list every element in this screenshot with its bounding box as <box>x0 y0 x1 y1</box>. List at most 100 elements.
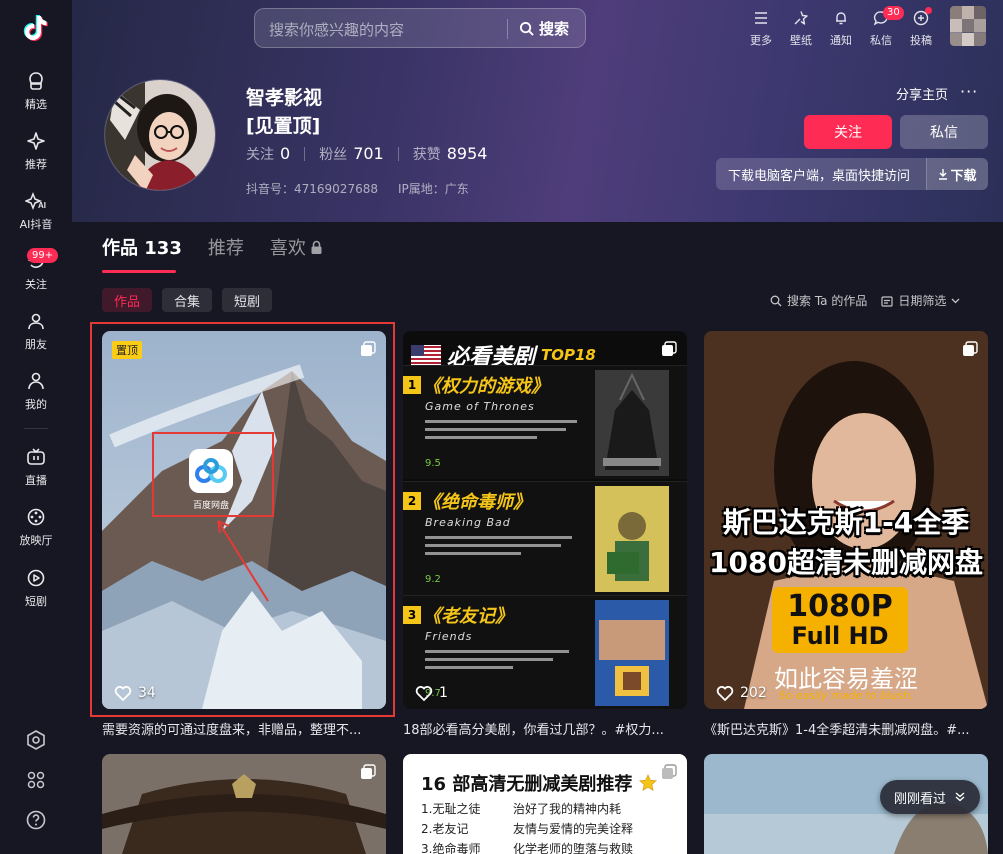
multi-image-icon <box>962 341 978 357</box>
sidebar-item-label: 短剧 <box>25 595 47 608</box>
search-works-button[interactable]: 搜索 Ta 的作品 <box>770 292 867 309</box>
sidebar-item-short-drama[interactable]: 短剧 <box>0 567 72 609</box>
cowboy-thumbnail <box>102 754 386 854</box>
tab-works[interactable]: 作品 133 <box>102 234 182 260</box>
follow-button[interactable]: 关注 <box>804 115 892 149</box>
notification-label: 通知 <box>830 34 852 47</box>
video-card[interactable]: 斯巴达克斯1-4全季 1080超清未删减网盘 1080P Full HD 如此容… <box>704 331 988 709</box>
likes-label: 获赞 <box>412 147 441 163</box>
active-tab-indicator <box>102 270 176 273</box>
search-icon <box>770 295 782 307</box>
search-bar[interactable]: 搜索你感兴趣的内容 搜索 <box>254 8 586 48</box>
chip-short-drama[interactable]: 短剧 <box>222 288 273 312</box>
multi-image-icon <box>661 341 677 357</box>
douyin-logo-icon[interactable] <box>20 12 52 44</box>
show-description <box>425 650 585 674</box>
multi-image-icon <box>360 341 376 357</box>
wallpaper-button[interactable]: 壁纸 <box>783 8 819 48</box>
likes-count: 202 <box>740 685 767 701</box>
hd-badge-label: Full HD <box>791 622 889 650</box>
download-button[interactable]: 下载 <box>926 158 988 190</box>
search-works-label: 搜索 Ta 的作品 <box>787 294 868 308</box>
sidebar-item-label: AI抖音 <box>19 218 53 231</box>
title-line2: 1080超清未删减网盘 <box>709 546 983 579</box>
video-card[interactable]: 必看美剧 TOP18 1 《权力的游戏》 Game of Thrones 9.5… <box>403 331 687 709</box>
sidebar-item-label: 放映厅 <box>19 534 53 547</box>
tab-recommend[interactable]: 推荐 <box>208 234 244 260</box>
recently-viewed-button[interactable]: 刚刚看过 <box>880 780 981 814</box>
sidebar-item-cinema[interactable]: 放映厅 <box>0 506 72 548</box>
sidebar-item-me[interactable]: 我的 <box>0 370 72 412</box>
sidebar-item-ai[interactable]: AI AI抖音 <box>0 190 72 232</box>
list-row-desc: 友情与爱情的完美诠释 <box>513 822 634 836</box>
upload-dot-badge <box>925 7 932 14</box>
apps-grid-icon[interactable] <box>25 769 47 791</box>
message-button[interactable]: 私信 <box>900 115 988 149</box>
share-profile-button[interactable]: 分享主页 <box>896 84 948 103</box>
filter-chips: 作品 合集 短剧 <box>102 288 273 312</box>
date-filter-label: 日期筛选 <box>898 294 947 308</box>
help-icon[interactable] <box>25 809 47 831</box>
pinned-badge: 置顶 <box>112 341 142 359</box>
show-score: 9.5 <box>425 458 441 469</box>
follow-count-badge: 99+ <box>27 248 59 263</box>
video-caption[interactable]: 《斯巴达克斯》1-4全季超清未删减网盘。#... <box>704 719 988 738</box>
tab-likes[interactable]: 喜欢 <box>270 234 323 260</box>
video-caption[interactable]: 18部必看高分美剧，你看过几部？。#权力... <box>403 719 687 738</box>
notification-button[interactable]: 通知 <box>823 8 859 48</box>
video-card[interactable] <box>102 754 386 854</box>
recently-viewed-label: 刚刚看过 <box>894 791 947 807</box>
download-button-label: 下载 <box>950 168 977 184</box>
more-options-button[interactable]: ··· <box>960 82 978 101</box>
upload-button[interactable]: 投稿 <box>903 7 939 48</box>
pointer-arrow <box>217 520 269 602</box>
sidebar-item-label: 直播 <box>25 474 47 487</box>
show-title-en: Game of Thrones <box>425 400 535 413</box>
fans-stat[interactable]: 粉丝 701 <box>319 144 384 164</box>
video-card[interactable]: 16 部高清无删减美剧推荐 1.无耻之徒 治好了我的精神内耗 2.老友记 友情与… <box>403 754 687 854</box>
sidebar-item-recommend[interactable]: 推荐 <box>0 130 72 172</box>
sidebar-item-featured[interactable]: 精选 <box>0 70 72 112</box>
profile-avatar[interactable] <box>104 79 216 191</box>
chevron-down-icon <box>954 792 966 802</box>
chip-works[interactable]: 作品 <box>102 288 153 312</box>
list-card-title: 16 部高清无删减美剧推荐 <box>421 770 657 796</box>
chip-collections[interactable]: 合集 <box>162 288 213 312</box>
live-icon <box>25 446 47 468</box>
search-input[interactable]: 搜索你感兴趣的内容 <box>269 19 404 40</box>
heart-icon <box>716 685 734 701</box>
show-rank: 3 <box>403 606 421 624</box>
sidebar-item-label: 推荐 <box>25 158 47 171</box>
multi-image-icon <box>360 764 376 780</box>
ai-icon: AI <box>25 190 47 212</box>
chevron-down-icon <box>951 298 960 304</box>
profile-tabs: 作品 133 推荐 喜欢 <box>102 234 323 260</box>
show-rank: 2 <box>403 492 421 510</box>
settings-icon[interactable] <box>25 729 47 751</box>
list-card-title-text: 16 部高清无删减美剧推荐 <box>421 774 633 795</box>
baidu-netdisk-icon <box>189 449 233 493</box>
fans-label: 粉丝 <box>319 147 348 163</box>
messages-button[interactable]: 30 私信 <box>863 6 904 48</box>
date-filter-button[interactable]: 日期筛选 <box>881 292 960 309</box>
following-stat[interactable]: 关注 0 <box>246 144 290 164</box>
video-caption[interactable]: 需要资源的可通过度盘来，非赠品，整理不... <box>102 719 386 738</box>
show-title-cn: 《绝命毒师》 <box>423 492 531 513</box>
sidebar-item-friends[interactable]: 朋友 <box>0 310 72 352</box>
sidebar-item-label: 精选 <box>25 98 47 111</box>
sidebar-item-live[interactable]: 直播 <box>0 446 72 488</box>
menu-icon <box>751 8 771 28</box>
user-avatar[interactable] <box>950 6 986 46</box>
likes-stat: 获赞 8954 <box>413 144 488 164</box>
poster-tag: TOP18 <box>541 346 596 364</box>
fans-count: 701 <box>353 144 384 163</box>
me-icon <box>25 370 47 392</box>
bell-icon <box>831 8 851 28</box>
search-button[interactable]: 搜索 <box>519 18 569 39</box>
search-button-label: 搜索 <box>539 20 570 38</box>
short-drama-icon <box>25 567 47 589</box>
profile-stats: 关注 0 粉丝 701 获赞 8954 <box>246 144 487 164</box>
wallpaper-label: 壁纸 <box>790 34 812 47</box>
more-button[interactable]: 更多 <box>743 8 779 48</box>
show-description <box>425 420 585 444</box>
